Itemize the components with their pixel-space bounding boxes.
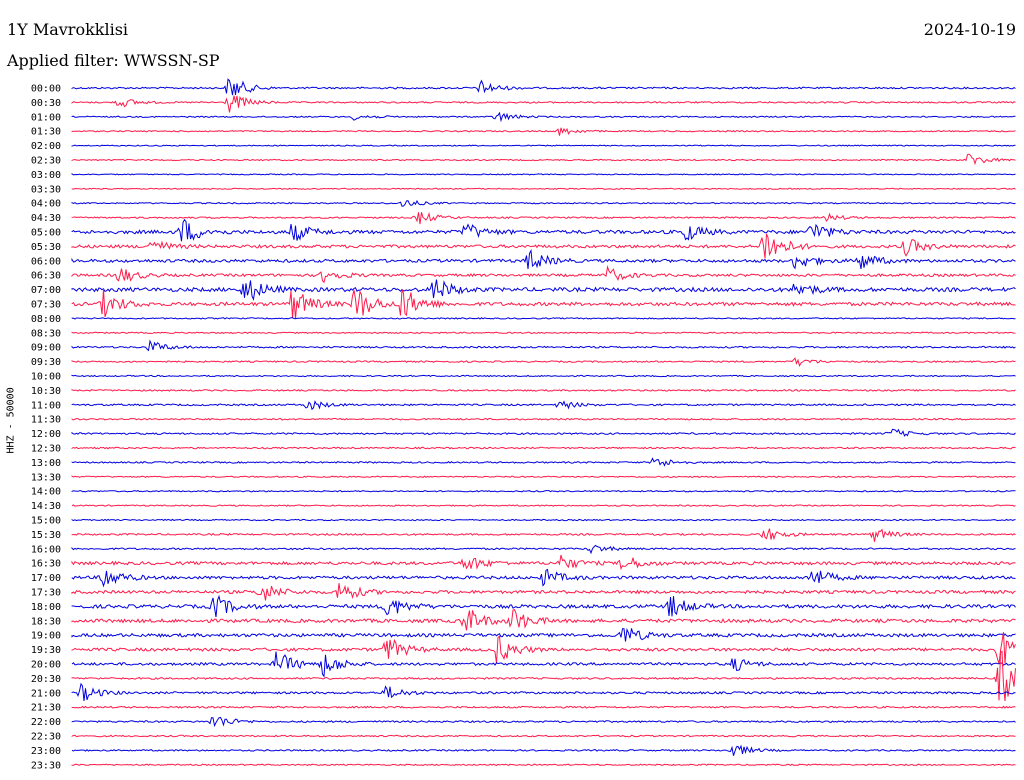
- trace-line: [71, 144, 1016, 147]
- trace-line: [71, 428, 1016, 437]
- row-label: 13:30: [31, 472, 61, 483]
- trace-line: [71, 475, 1016, 479]
- trace-line: [71, 374, 1016, 378]
- row-label: 16:00: [31, 544, 61, 555]
- trace-line: [71, 388, 1016, 392]
- trace-line: [71, 446, 1016, 450]
- row-label: 08:30: [31, 328, 61, 339]
- row-label: 07:00: [31, 285, 61, 296]
- trace-line: [71, 568, 1016, 588]
- trace-line: [71, 528, 1016, 542]
- row-label: 07:30: [31, 300, 61, 311]
- row-label: 11:00: [31, 400, 61, 411]
- trace-line: [71, 583, 1016, 601]
- trace-line: [71, 682, 1016, 701]
- row-label: 19:30: [31, 645, 61, 656]
- trace-line: [71, 400, 1016, 411]
- trace-line: [71, 199, 1016, 207]
- row-label: 02:00: [31, 141, 61, 152]
- trace-line: [71, 127, 1016, 136]
- trace-line: [71, 111, 1016, 123]
- row-label: 01:30: [31, 127, 61, 138]
- trace-line: [71, 608, 1016, 631]
- trace-line: [71, 744, 1016, 756]
- row-label: 12:00: [31, 429, 61, 440]
- row-label: 15:00: [31, 516, 61, 527]
- row-label: 16:30: [31, 559, 61, 570]
- trace-group: [71, 78, 1016, 767]
- row-label: 00:00: [31, 84, 61, 95]
- trace-line: [71, 457, 1016, 467]
- trace-line: [71, 317, 1016, 320]
- trace-line: [71, 153, 1016, 166]
- row-label: 23:30: [31, 760, 61, 771]
- trace-line: [71, 627, 1016, 642]
- row-label: 21:00: [31, 688, 61, 699]
- row-label: 20:30: [31, 674, 61, 685]
- row-label: 09:00: [31, 343, 61, 354]
- row-label: 17:30: [31, 588, 61, 599]
- row-label: 03:30: [31, 184, 61, 195]
- trace-line: [71, 554, 1016, 571]
- trace-line: [71, 632, 1016, 665]
- trace-line: [71, 95, 1016, 113]
- trace-line: [71, 357, 1016, 368]
- row-label: 11:30: [31, 415, 61, 426]
- row-label: 22:00: [31, 717, 61, 728]
- trace-line: [71, 705, 1016, 709]
- trace-line: [71, 716, 1016, 728]
- row-label: 01:00: [31, 112, 61, 123]
- row-label: 09:30: [31, 357, 61, 368]
- row-label: 10:00: [31, 372, 61, 383]
- trace-line: [71, 233, 1016, 259]
- trace-line: [71, 518, 1016, 522]
- row-label: 05:30: [31, 242, 61, 253]
- row-label: 14:30: [31, 501, 61, 512]
- trace-line: [71, 544, 1016, 555]
- trace-line: [71, 288, 1016, 319]
- trace-line: [71, 651, 1016, 678]
- row-label: 02:30: [31, 156, 61, 167]
- row-label: 21:30: [31, 703, 61, 714]
- row-label: 05:00: [31, 228, 61, 239]
- row-label: 04:00: [31, 199, 61, 210]
- trace-line: [71, 763, 1016, 767]
- row-labels: 00:00 00:30 01:00 01:30 02:00 02:30 03:00 03:30…: [31, 84, 61, 772]
- trace-line: [71, 248, 1016, 270]
- row-label: 04:30: [31, 213, 61, 224]
- row-label: 08:00: [31, 314, 61, 325]
- row-label: 06:30: [31, 271, 61, 282]
- row-label: 06:00: [31, 256, 61, 267]
- row-label: 00:30: [31, 98, 61, 109]
- trace-line: [71, 504, 1016, 507]
- row-label: 17:00: [31, 573, 61, 584]
- trace-line: [71, 265, 1016, 284]
- trace-line: [71, 187, 1016, 190]
- trace-line: [71, 211, 1016, 225]
- trace-line: [71, 279, 1016, 302]
- row-label: 19:00: [31, 631, 61, 642]
- trace-line: [71, 173, 1016, 176]
- row-label: 18:30: [31, 616, 61, 627]
- row-label: 18:00: [31, 602, 61, 613]
- trace-line: [71, 339, 1016, 352]
- row-label: 23:00: [31, 746, 61, 757]
- row-label: 15:30: [31, 530, 61, 541]
- trace-line: [71, 734, 1016, 738]
- trace-line: [71, 489, 1016, 493]
- trace-line: [71, 417, 1016, 421]
- helicorder-plot: 00:00 00:30 01:00 01:30 02:00 02:30 03:00 03:30…: [31, 78, 1016, 772]
- row-label: 12:30: [31, 444, 61, 455]
- trace-line: [71, 218, 1016, 242]
- trace-line: [71, 650, 1016, 702]
- row-label: 03:00: [31, 170, 61, 181]
- trace-line: [71, 594, 1016, 618]
- row-label: 13:00: [31, 458, 61, 469]
- trace-line: [71, 331, 1016, 334]
- row-label: 20:00: [31, 660, 61, 671]
- row-label: 22:30: [31, 732, 61, 743]
- row-label: 10:30: [31, 386, 61, 397]
- trace-line: [71, 78, 1016, 96]
- row-label: 14:00: [31, 487, 61, 498]
